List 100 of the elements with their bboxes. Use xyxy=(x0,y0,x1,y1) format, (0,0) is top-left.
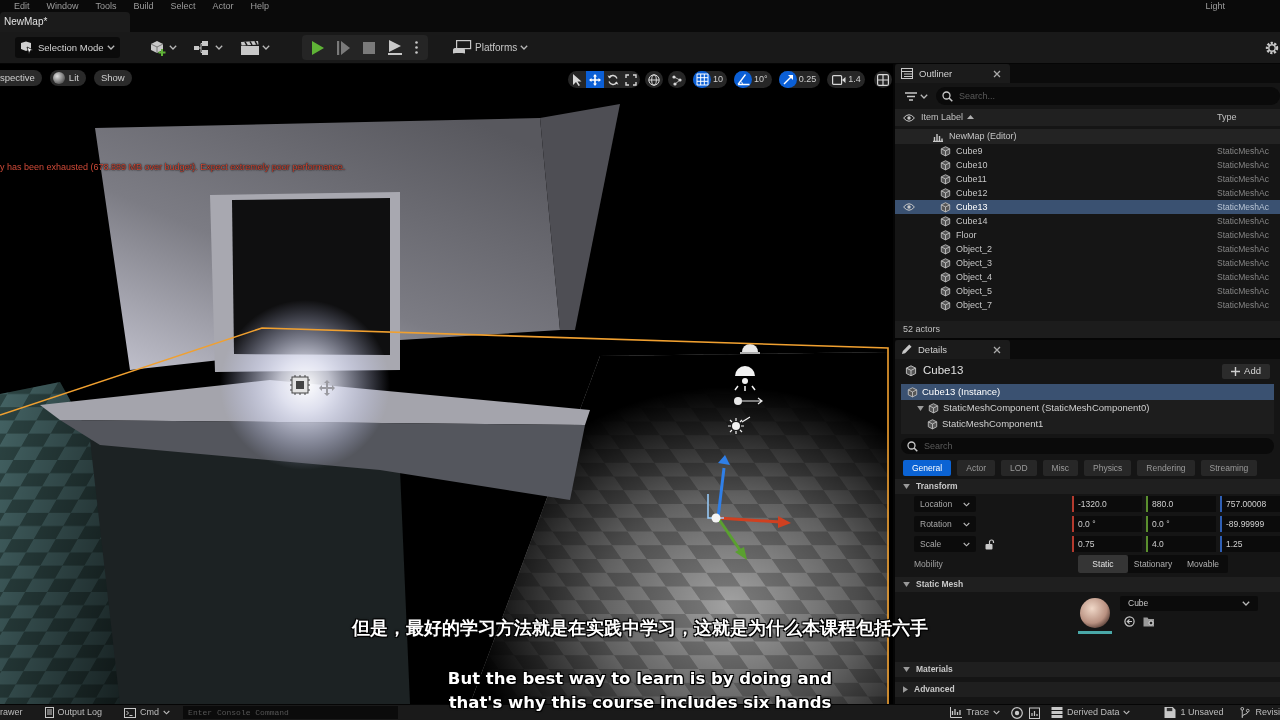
console-mode-button[interactable]: Cmd xyxy=(119,705,176,720)
category-tab[interactable]: Streaming xyxy=(1200,460,1258,476)
menu-item[interactable]: Help xyxy=(250,0,270,12)
value-field[interactable]: 757.00008 xyxy=(1220,496,1280,512)
mobility-option[interactable]: Movable xyxy=(1178,555,1228,573)
eye-icon[interactable] xyxy=(903,203,915,211)
scale-snap-button[interactable]: 0.25 xyxy=(778,71,821,88)
content-drawer-button[interactable]: rawer xyxy=(0,705,28,720)
subtitle-text: But the best way to learn is by doing and xyxy=(447,668,833,690)
outliner-row[interactable]: Cube10 StaticMeshAc xyxy=(895,158,1280,172)
outliner-row[interactable]: Object_4 StaticMeshAc xyxy=(895,270,1280,284)
component-row[interactable]: Cube13 (Instance) xyxy=(901,384,1274,400)
translate-tool-button[interactable] xyxy=(586,71,604,88)
value-field[interactable]: 880.0 xyxy=(1146,496,1216,512)
camera-speed-button[interactable]: 1.4 xyxy=(827,71,865,88)
tree-root-row[interactable]: NewMap (Editor) xyxy=(895,129,1280,144)
outliner-row[interactable]: Object_3 StaticMeshAc xyxy=(895,256,1280,270)
value-field[interactable]: 0.75 xyxy=(1072,536,1142,552)
category-tab[interactable]: Physics xyxy=(1084,460,1132,476)
derived-data-button[interactable]: Derived Data xyxy=(1045,705,1136,720)
devices-icon xyxy=(452,39,472,56)
outliner-row[interactable]: Cube12 StaticMeshAc xyxy=(895,186,1280,200)
view-mode-button[interactable]: spective xyxy=(0,70,42,86)
outliner-row[interactable]: Object_2 StaticMeshAc xyxy=(895,242,1280,256)
expand-arrow-icon[interactable] xyxy=(917,405,924,411)
category-tab[interactable]: Rendering xyxy=(1137,460,1195,476)
viewport-layout-button[interactable] xyxy=(873,71,892,88)
value-field[interactable]: 4.0 xyxy=(1146,536,1216,552)
outliner-row[interactable]: Cube14 StaticMeshAc xyxy=(895,214,1280,228)
value-field[interactable]: 0.0 ° xyxy=(1146,516,1216,532)
category-tab[interactable]: Misc xyxy=(1042,460,1079,476)
selection-mode-button[interactable]: Selection Mode xyxy=(15,37,120,58)
move-arrows-icon xyxy=(589,73,601,86)
close-icon[interactable] xyxy=(993,69,1001,78)
panel-tab[interactable]: Outliner xyxy=(895,64,1010,83)
menu-item[interactable]: Select xyxy=(170,0,196,12)
property-dropdown[interactable]: Rotation xyxy=(914,516,976,532)
world-space-button[interactable] xyxy=(645,71,663,88)
section-header[interactable]: Materials xyxy=(895,662,1280,677)
column-header[interactable]: Item Label xyxy=(921,112,975,123)
outliner-row[interactable]: Object_7 StaticMeshAc xyxy=(895,298,1280,312)
cube-icon xyxy=(927,418,938,430)
section-header[interactable]: Static Mesh xyxy=(895,577,1280,592)
section-header[interactable]: Transform xyxy=(895,479,1280,494)
close-icon[interactable] xyxy=(993,345,1001,354)
value-field[interactable]: -89.99999 xyxy=(1220,516,1280,532)
outliner-row[interactable]: Object_5 StaticMeshAc xyxy=(895,284,1280,298)
lit-mode-button[interactable]: Lit xyxy=(49,70,86,86)
category-tab[interactable]: LOD xyxy=(1001,460,1037,476)
revision-control-button[interactable]: Revisi xyxy=(1234,705,1280,720)
actor-type: StaticMeshAc xyxy=(1217,201,1270,213)
scale-tool-button[interactable] xyxy=(622,71,640,88)
menu-item[interactable]: Actor xyxy=(212,0,234,12)
outliner-row[interactable]: Cube11 StaticMeshAc xyxy=(895,172,1280,186)
outliner-row[interactable]: Cube13 StaticMeshAc xyxy=(895,200,1280,214)
expand-arrow-icon[interactable] xyxy=(903,582,910,587)
title-bar-label: Light xyxy=(1205,0,1225,12)
unlocked-icon[interactable] xyxy=(985,538,995,550)
expand-arrow-icon[interactable] xyxy=(903,686,908,693)
folder-search-icon[interactable] xyxy=(1143,616,1155,627)
category-tab[interactable]: General xyxy=(903,460,952,476)
output-log-button[interactable]: Output Log xyxy=(39,705,108,720)
settings-icon[interactable] xyxy=(1265,40,1279,55)
menu-item[interactable]: Edit xyxy=(14,0,30,12)
document-tab[interactable]: NewMap* xyxy=(0,12,130,32)
stats-icon[interactable] xyxy=(1028,706,1040,719)
trace-button[interactable]: Trace xyxy=(945,705,1005,720)
actor-label: Floor xyxy=(956,229,977,241)
rotation-snap-button[interactable]: 10° xyxy=(734,71,772,88)
column-header[interactable]: Type xyxy=(1217,112,1280,123)
mesh-dropdown[interactable]: Cube xyxy=(1120,596,1258,611)
unsaved-button[interactable]: 1 Unsaved xyxy=(1159,705,1229,720)
mobility-option[interactable]: Static xyxy=(1078,555,1128,573)
expand-arrow-icon[interactable] xyxy=(903,667,910,672)
menu-item[interactable]: Tools xyxy=(95,0,117,12)
menu-item[interactable]: Build xyxy=(133,0,154,12)
surface-snap-button[interactable] xyxy=(668,71,686,88)
outliner-row[interactable]: Floor StaticMeshAc xyxy=(895,228,1280,242)
arrow-circle-icon[interactable] xyxy=(1124,616,1135,627)
grid-snap-button[interactable]: 10 xyxy=(693,71,727,88)
value-field[interactable]: 0.0 ° xyxy=(1072,516,1142,532)
property-dropdown[interactable]: Scale xyxy=(914,536,976,552)
camera-icon xyxy=(832,73,847,86)
show-menu-button[interactable]: Show xyxy=(93,70,132,86)
panel-tab[interactable]: Details xyxy=(895,340,1010,359)
document-icon xyxy=(44,707,54,718)
category-tab[interactable]: Actor xyxy=(957,460,996,476)
property-dropdown[interactable]: Location xyxy=(914,496,976,512)
outliner-row[interactable]: Cube9 StaticMeshAc xyxy=(895,144,1280,158)
value-field[interactable]: -1320.0 xyxy=(1072,496,1142,512)
mobility-option[interactable]: Stationary xyxy=(1128,555,1178,573)
component-row[interactable]: StaticMeshComponent1 xyxy=(901,416,1274,432)
target-icon[interactable] xyxy=(1010,706,1023,719)
component-row[interactable]: StaticMeshComponent (StaticMeshComponent0) xyxy=(901,400,1274,416)
platforms-button[interactable]: Platforms xyxy=(450,36,531,59)
section-header[interactable]: Advanced xyxy=(895,682,1280,697)
menu-item[interactable]: Window xyxy=(46,0,79,12)
add-component-button[interactable]: Add xyxy=(1222,363,1270,379)
expand-arrow-icon[interactable] xyxy=(903,484,910,489)
value-field[interactable]: 1.25 xyxy=(1220,536,1280,552)
